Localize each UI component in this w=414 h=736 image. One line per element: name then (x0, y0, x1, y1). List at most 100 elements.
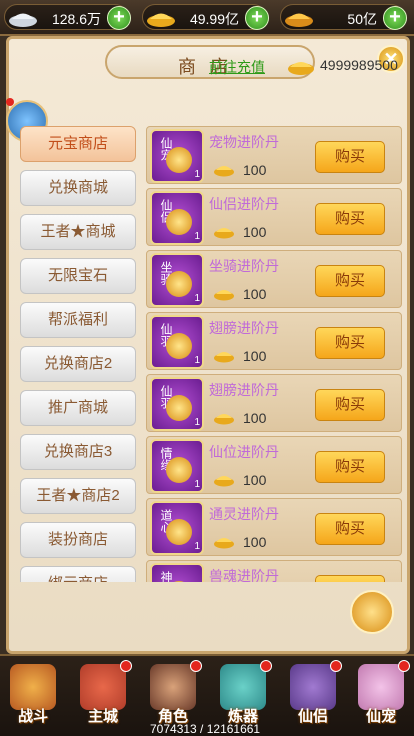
notification-dot (190, 660, 202, 672)
gold-ingot-icon (214, 352, 234, 363)
gold-balance: 4999989500 (286, 54, 404, 78)
nav-label: 主城 (87, 708, 118, 725)
buy-button[interactable]: 购买 (315, 575, 385, 582)
buy-button[interactable]: 购买 (315, 327, 385, 359)
battle-icon (10, 664, 56, 710)
buy-button[interactable]: 购买 (315, 141, 385, 173)
add-bound-gold-button[interactable]: + (383, 6, 407, 30)
item-name: 仙侣进阶丹 (209, 196, 279, 212)
item-price: 100 (243, 162, 267, 178)
item-name: 通灵进阶丹 (209, 506, 279, 522)
buy-button[interactable]: 购买 (315, 513, 385, 545)
notification-dot (398, 660, 410, 672)
item-name: 坐骑进阶丹 (209, 258, 279, 274)
gold-ingot-icon (214, 228, 234, 239)
shop-category-nav: 元宝商店 兑换商城 王者★商城 无限宝石 帮派福利 兑换商店2 推广商城 兑换商… (20, 126, 138, 582)
gold-value: 49.99亿 (189, 11, 239, 27)
gold-ingot-icon (214, 166, 234, 177)
item-price: 100 (243, 410, 267, 426)
item-price: 100 (243, 472, 267, 488)
add-silver-button[interactable]: + (107, 6, 131, 30)
list-item: 道心 1 通灵进阶丹 100 购买 (146, 498, 402, 556)
pill-icon (166, 457, 192, 483)
quick-action-button[interactable] (350, 590, 394, 634)
item-qty: 1 (194, 231, 200, 242)
nav-battle[interactable]: 战斗 (4, 660, 62, 728)
notification-dot (6, 98, 14, 106)
item-icon[interactable]: 仙羽 1 (150, 377, 204, 431)
gold-balance-value: 4999989500 (320, 57, 398, 73)
item-name: 翅膀进阶丹 (209, 320, 279, 336)
nav-item-infinite-gem[interactable]: 无限宝石 (20, 258, 136, 294)
gold-ingot-icon (214, 476, 234, 487)
buy-button[interactable]: 购买 (315, 389, 385, 421)
nav-item-bound-gold-shop[interactable]: 绑元商店 (20, 566, 136, 582)
nav-item-king-mall[interactable]: 王者★商城 (20, 214, 136, 250)
pet-icon (358, 664, 404, 710)
list-item: 仙羽 1 翅膀进阶丹 100 购买 (146, 374, 402, 432)
add-gold-button[interactable]: + (245, 6, 269, 30)
gold-currency: 49.99亿 + (142, 4, 269, 30)
gold-ingot-icon (147, 13, 175, 27)
currency-bar: 128.6万 + 49.99亿 + 50亿 + (0, 0, 414, 36)
item-icon[interactable]: 神1 (150, 563, 204, 582)
pill-icon (166, 395, 192, 421)
item-price: 100 (243, 534, 267, 550)
nav-pet[interactable]: 仙宠 (352, 660, 410, 728)
item-qty: 1 (194, 293, 200, 304)
nav-item-exchange-shop-3[interactable]: 兑换商店3 (20, 434, 136, 470)
pill-icon (166, 271, 192, 297)
item-icon[interactable]: 仙宠 1 (150, 129, 204, 183)
bound-gold-currency: 50亿 + (280, 4, 407, 30)
nav-item-exchange-mall[interactable]: 兑换商城 (20, 170, 136, 206)
nav-item-yuanbao-shop[interactable]: 元宝商店 (20, 126, 136, 162)
buy-button[interactable]: 购买 (315, 203, 385, 235)
item-icon[interactable]: 情缘 1 (150, 439, 204, 493)
pill-icon (166, 147, 192, 173)
list-item: 仙宠 1 宠物进阶丹 100 购买 (146, 126, 402, 184)
list-item: 仙羽 1 翅膀进阶丹 100 购买 (146, 312, 402, 370)
nav-item-exchange-shop-2[interactable]: 兑换商店2 (20, 346, 136, 382)
nav-label: 仙宠 (365, 708, 396, 725)
item-icon[interactable]: 仙侣 1 (150, 191, 204, 245)
item-qty: 1 (194, 541, 200, 552)
bound-gold-icon (285, 13, 313, 27)
nav-label: 战斗 (17, 708, 48, 725)
list-item: 坐骑 1 坐骑进阶丹 100 购买 (146, 250, 402, 308)
nav-item-king-shop-2[interactable]: 王者★商店2 (20, 478, 136, 514)
item-icon[interactable]: 坐骑 1 (150, 253, 204, 307)
item-icon[interactable]: 道心 1 (150, 501, 204, 555)
forge-icon (220, 664, 266, 710)
pill-icon (166, 519, 192, 545)
silver-currency: 128.6万 + (4, 4, 131, 30)
gold-ingot-icon (214, 538, 234, 549)
item-name: 兽魂进阶丹 (209, 568, 279, 582)
list-item: 神1 兽魂进阶丹 100 购买 (146, 560, 402, 582)
nav-city[interactable]: 主城 (74, 660, 132, 728)
nav-forge[interactable]: 炼器 (214, 660, 272, 728)
exp-text: 7074313 / 12161661 (150, 722, 261, 736)
city-icon (80, 664, 126, 710)
item-price: 100 (243, 348, 267, 364)
item-icon[interactable]: 仙羽 1 (150, 315, 204, 369)
nav-character[interactable]: 角色 (144, 660, 202, 728)
nav-item-promo-mall[interactable]: 推广商城 (20, 390, 136, 426)
item-tag: 神 (159, 571, 173, 582)
buy-button[interactable]: 购买 (315, 265, 385, 297)
silver-ingot-icon (9, 13, 37, 27)
nav-item-guild-welfare[interactable]: 帮派福利 (20, 302, 136, 338)
notification-dot (330, 660, 342, 672)
nav-partner[interactable]: 仙侣 (284, 660, 342, 728)
pill-icon (166, 209, 192, 235)
silver-value: 128.6万 (51, 11, 101, 27)
partner-icon (290, 664, 336, 710)
item-price: 100 (243, 224, 267, 240)
item-list: 仙宠 1 宠物进阶丹 100 购买 仙侣 1 仙侣进阶丹 100 购买 坐骑 1 坐骑… (146, 126, 404, 582)
nav-label: 仙侣 (297, 708, 328, 725)
notification-dot (260, 660, 272, 672)
recharge-link[interactable]: 前往充值 (209, 57, 265, 77)
nav-item-costume-shop[interactable]: 装扮商店 (20, 522, 136, 558)
buy-button[interactable]: 购买 (315, 451, 385, 483)
bound-gold-value: 50亿 (347, 11, 377, 27)
item-qty: 1 (194, 417, 200, 428)
